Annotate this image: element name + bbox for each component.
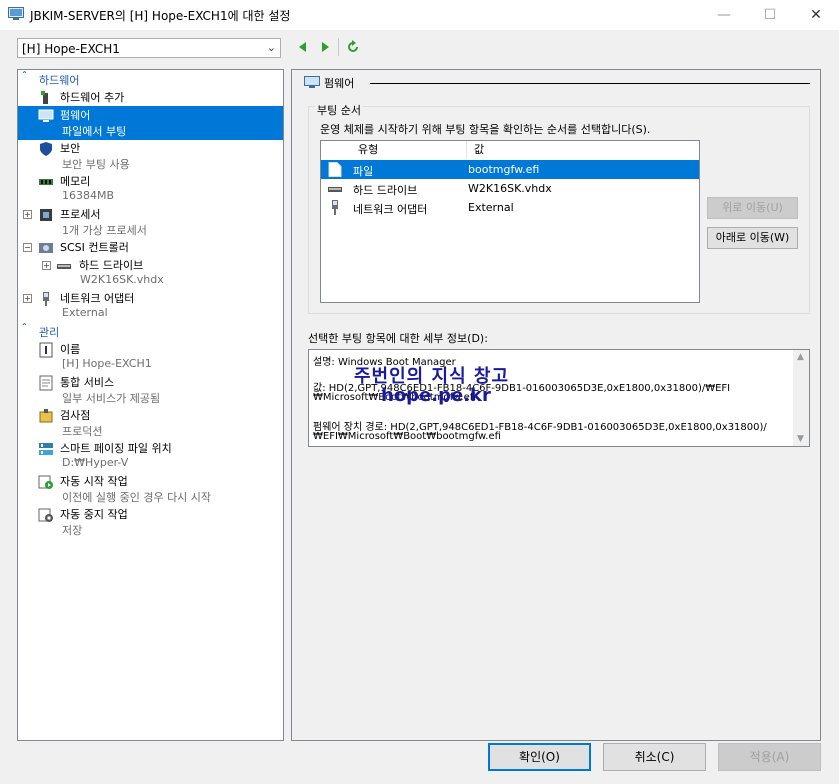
boot-order-description: 운영 체제를 시작하기 위해 부팅 항목을 확인하는 순서를 선택합니다(S). — [320, 123, 651, 136]
move-up-button[interactable]: 위로 이동(U) — [707, 197, 798, 219]
sidebar-item-network-adapter[interactable]: + 네트워크 어댑터 External — [18, 289, 283, 323]
sidebar-item-processor[interactable]: + 프로세서 1개 가상 프로세서 — [18, 205, 283, 239]
scsi-controller-icon — [39, 243, 53, 253]
smart-paging-icon — [39, 443, 53, 455]
toolbar-divider — [338, 38, 339, 56]
hyper-v-settings-icon — [8, 7, 24, 20]
auto-start-icon — [38, 475, 53, 489]
hard-drive-icon — [57, 264, 71, 269]
ok-button[interactable]: 확인(O) — [488, 743, 591, 771]
processor-icon — [40, 209, 52, 221]
settings-tree: ˆ 하드웨어 하드웨어 추가 펌웨어 파일에서 부팅 보안 보안 부팅 사용 메… — [17, 69, 284, 741]
sidebar-item-hard-drive[interactable]: + 하드 드라이브 W2K16SK.vhdx — [18, 256, 283, 290]
next-arrow-icon[interactable] — [318, 40, 332, 54]
details-scrollbar[interactable]: ▲ ▼ — [793, 350, 809, 446]
refresh-icon[interactable] — [346, 40, 360, 54]
title-bar: JBKIM-SERVER의 [H] Hope-EXCH1에 대한 설정 — ☐ … — [0, 0, 839, 30]
boot-entry-row[interactable]: 네트워크 어댑터 External — [321, 198, 699, 217]
cancel-button[interactable]: 취소(C) — [603, 743, 706, 771]
vm-select[interactable]: [H] Hope-EXCH1 ⌄ — [17, 38, 281, 58]
checkpoint-icon — [39, 409, 53, 423]
boot-order-label: 부팅 순서 — [315, 102, 363, 118]
sidebar-item-auto-stop[interactable]: 자동 중지 작업 저장 — [18, 505, 283, 539]
window-title: JBKIM-SERVER의 [H] Hope-EXCH1에 대한 설정 — [30, 9, 291, 23]
boot-entry-row[interactable]: 파일 bootmgfw.efi — [321, 160, 699, 179]
panel-title: 펌웨어 — [324, 77, 355, 90]
header-divider — [370, 83, 810, 84]
sidebar-item-checkpoint[interactable]: 검사점 프로덕션 — [18, 406, 283, 440]
boot-order-list[interactable]: 유형 값 파일 bootmgfw.efi 하드 드라이브 W2K16SK.vhd… — [320, 140, 700, 303]
sidebar-item-smart-paging[interactable]: 스마트 페이징 파일 위치 D:₩Hyper-V — [18, 439, 283, 473]
expand-icon[interactable]: + — [23, 210, 32, 219]
close-button[interactable]: ✕ — [793, 0, 839, 30]
scroll-down-icon[interactable]: ▼ — [797, 434, 804, 444]
memory-icon — [39, 179, 53, 185]
expand-icon[interactable]: + — [42, 261, 51, 270]
previous-arrow-icon[interactable] — [296, 40, 310, 54]
sidebar-item-scsi-controller[interactable]: − SCSI 컨트롤러 — [18, 238, 283, 255]
move-down-button[interactable]: 아래로 이동(W) — [707, 227, 798, 249]
boot-details-label: 선택한 부팅 항목에 대한 세부 정보(D): — [308, 332, 488, 345]
network-adapter-icon — [43, 292, 49, 306]
network-adapter-icon — [332, 200, 338, 215]
name-icon — [39, 342, 53, 358]
shield-icon — [40, 142, 52, 156]
collapse-icon: ˆ — [22, 71, 27, 82]
sidebar-item-integration-services[interactable]: 통합 서비스 일부 서비스가 제공됨 — [18, 373, 283, 407]
integration-services-icon — [39, 375, 53, 391]
column-header-value[interactable]: 값 — [474, 141, 484, 159]
firmware-settings-panel: 펌웨어 부팅 순서 운영 체제를 시작하기 위해 부팅 항목을 확인하는 순서를… — [291, 69, 821, 741]
collapse-icon[interactable]: − — [23, 243, 32, 252]
auto-stop-icon — [38, 508, 53, 522]
sidebar-item-auto-start[interactable]: 자동 시작 작업 이전에 실행 중인 경우 다시 시작 — [18, 472, 283, 506]
section-management[interactable]: ˆ 관리 — [18, 323, 283, 339]
watermark-url: hope.pe.kr — [381, 385, 491, 406]
minimize-button[interactable]: — — [701, 0, 747, 30]
boot-details-textbox[interactable]: 설명: Windows Boot Manager 값: HD(2,GPT,948… — [308, 349, 810, 447]
file-icon — [328, 162, 342, 177]
sidebar-item-firmware[interactable]: 펌웨어 파일에서 부팅 — [18, 106, 283, 140]
column-header-type[interactable]: 유형 — [358, 141, 378, 159]
sidebar-item-name[interactable]: 이름 [H] Hope-EXCH1 — [18, 340, 283, 374]
firmware-icon — [38, 109, 54, 122]
sidebar-item-memory[interactable]: 메모리 16384MB — [18, 172, 283, 206]
section-hardware[interactable]: ˆ 하드웨어 — [18, 71, 283, 87]
boot-entry-row[interactable]: 하드 드라이브 W2K16SK.vhdx — [321, 179, 699, 198]
column-divider — [466, 141, 467, 159]
sidebar-item-security[interactable]: 보안 보안 부팅 사용 — [18, 139, 283, 173]
hard-drive-icon — [328, 187, 342, 192]
expand-icon[interactable]: + — [23, 294, 32, 303]
collapse-icon: ˆ — [22, 323, 27, 334]
maximize-button[interactable]: ☐ — [747, 0, 793, 30]
scroll-up-icon[interactable]: ▲ — [797, 352, 804, 362]
apply-button[interactable]: 적용(A) — [718, 743, 821, 771]
add-hardware-icon — [41, 91, 48, 104]
chevron-down-icon: ⌄ — [266, 41, 276, 54]
vm-select-value: [H] Hope-EXCH1 — [22, 42, 120, 56]
firmware-icon — [304, 76, 320, 88]
sidebar-item-add-hardware[interactable]: 하드웨어 추가 — [18, 88, 283, 105]
